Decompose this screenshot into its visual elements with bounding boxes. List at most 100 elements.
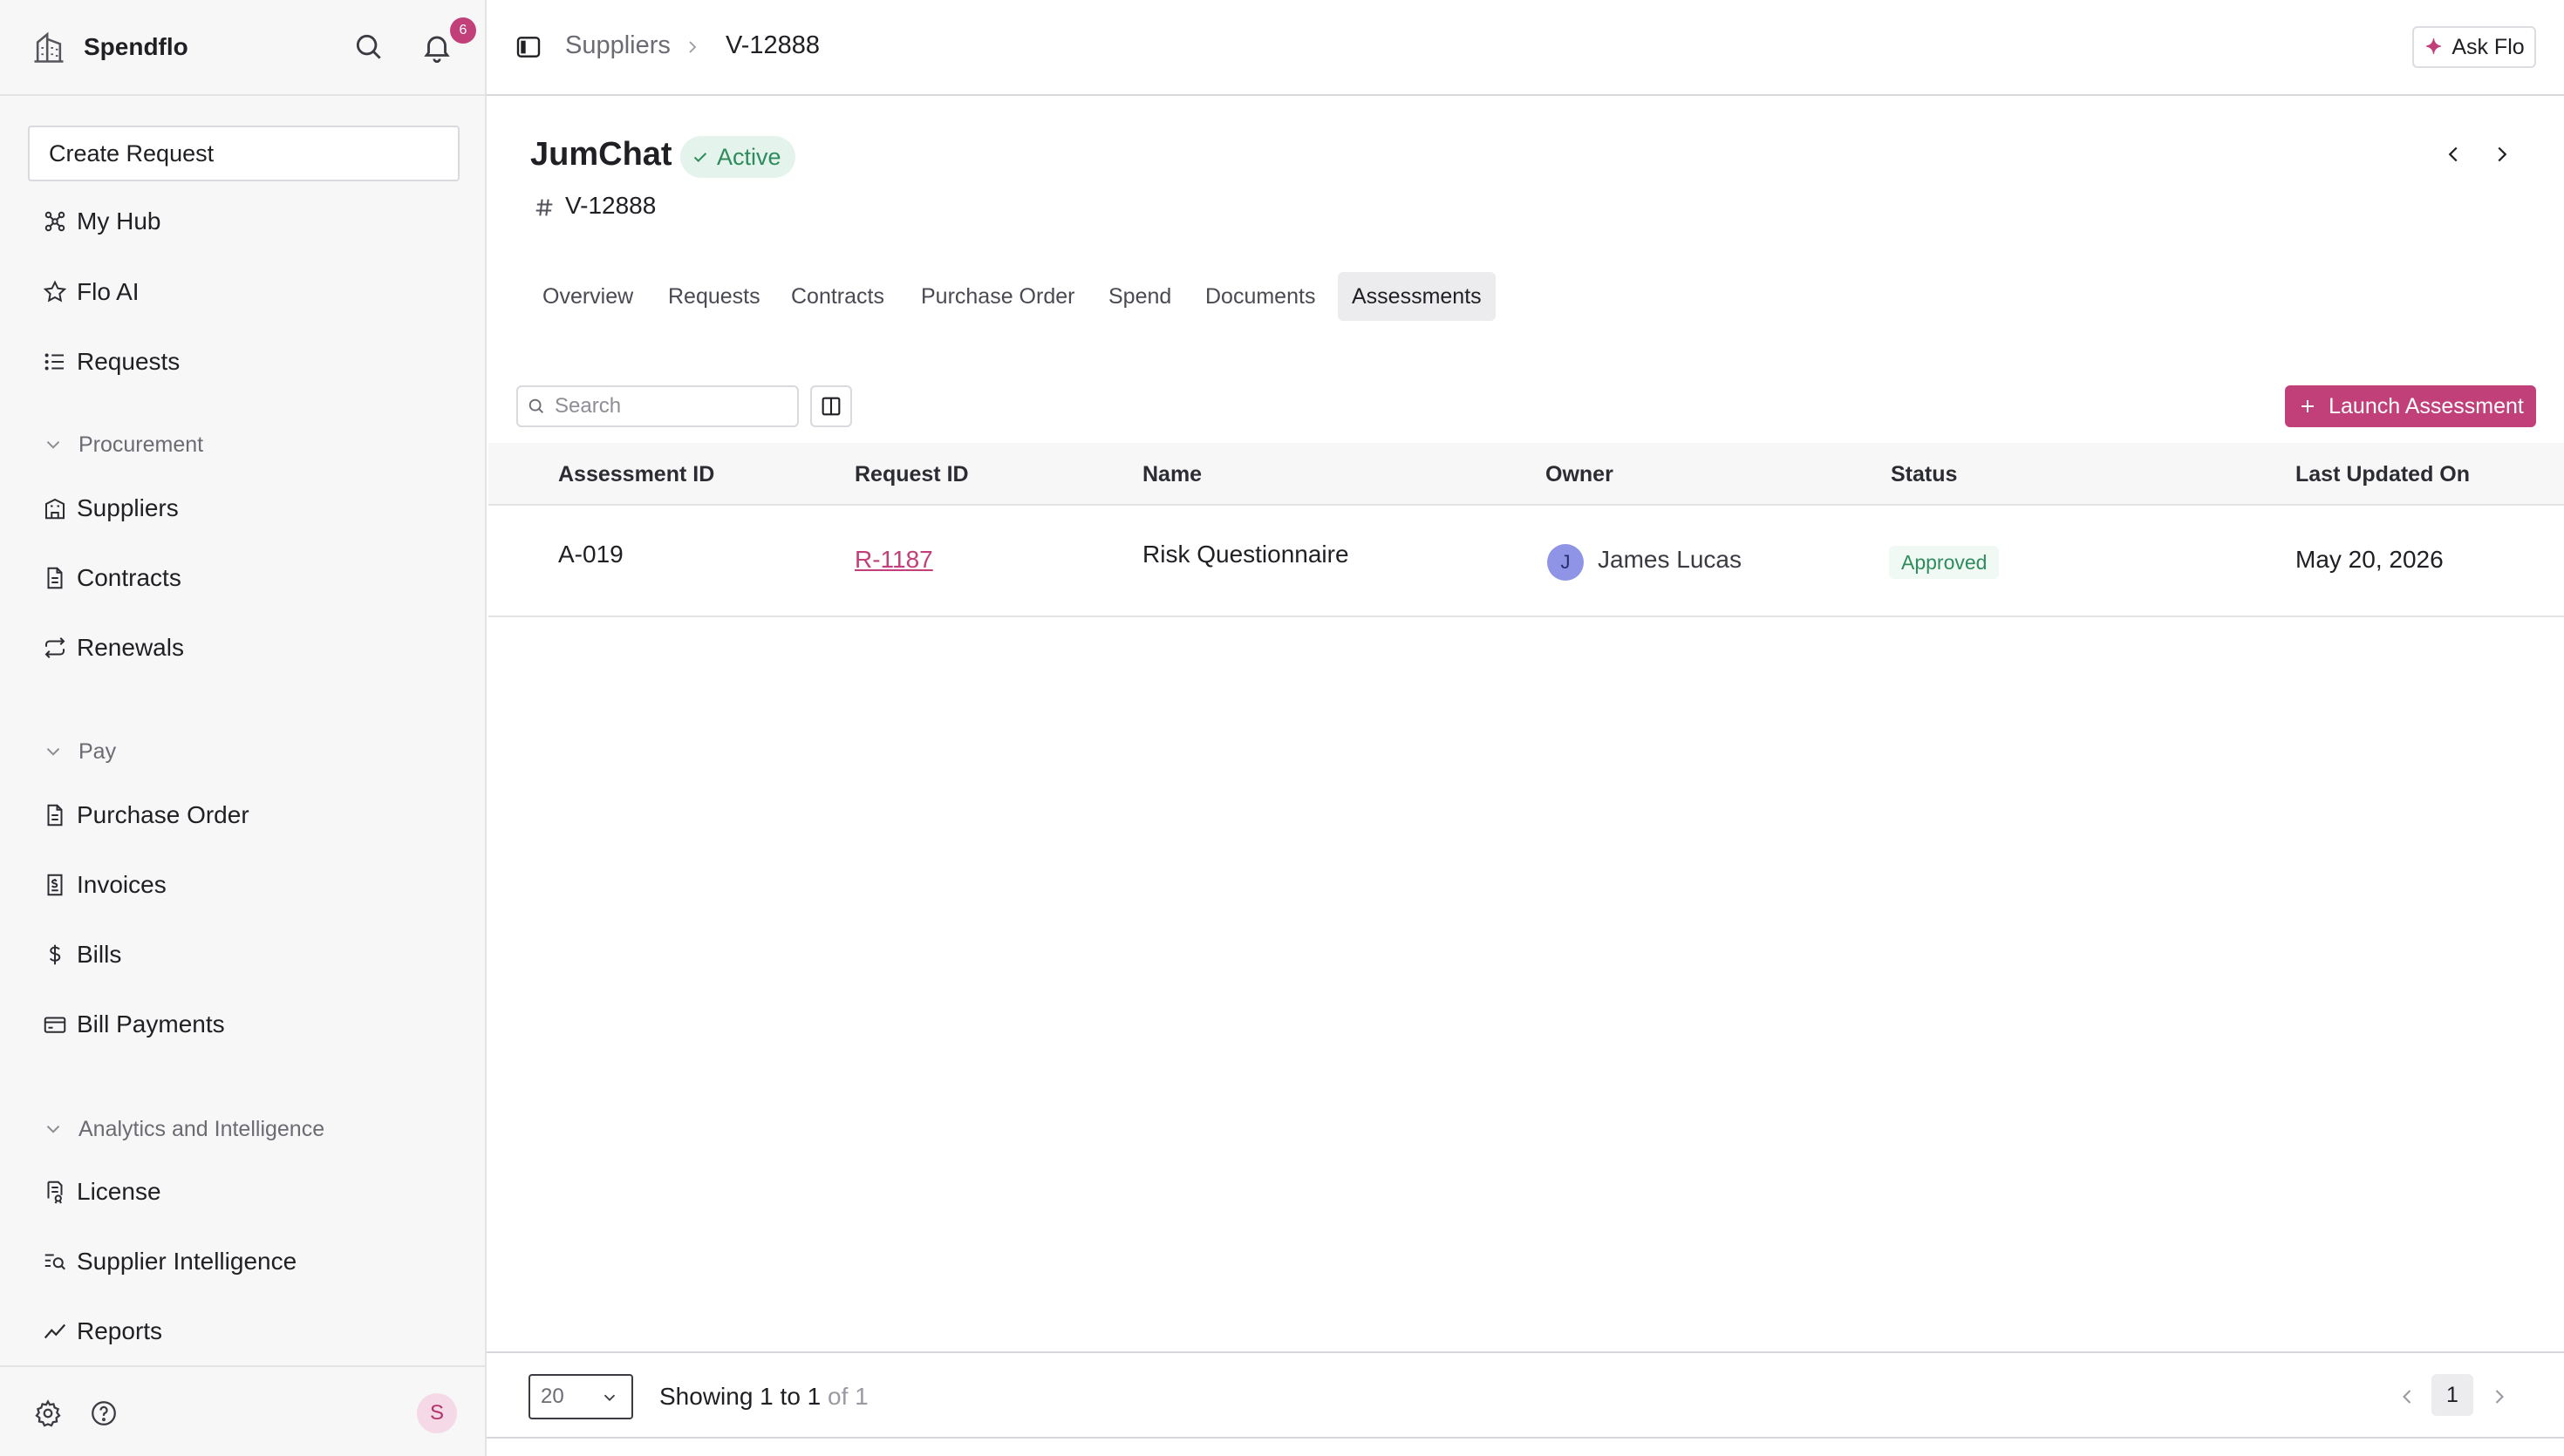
sidebar-item-label: My Hub [77,208,161,235]
sidebar-item-flo-ai[interactable]: Flo AI [42,273,140,311]
search-field[interactable] [516,385,799,427]
sidebar-item-suppliers[interactable]: Suppliers [42,489,179,527]
sidebar-item-label: Supplier Intelligence [77,1248,297,1275]
section-procurement[interactable]: Procurement [42,427,203,462]
tab-documents[interactable]: Documents [1191,272,1329,321]
user-avatar[interactable]: S [417,1393,457,1433]
sidebar-item-label: Contracts [77,564,181,591]
cell-owner: James Lucas [1598,546,1742,573]
showing-total: of 1 [828,1383,869,1410]
column-assessment-id[interactable]: Assessment ID [558,462,714,487]
search-icon[interactable] [352,31,385,64]
launch-assessment-button[interactable]: Launch Assessment [2285,385,2536,427]
tab-assessments[interactable]: Assessments [1338,272,1496,321]
sidebar-item-label: Bill Payments [77,1010,225,1038]
request-id-link[interactable]: R-1187 [855,546,933,574]
dollar-icon [49,944,61,965]
brand-name: Spendflo [84,33,188,60]
chevron-left-icon[interactable] [2440,141,2466,167]
plus-icon [2301,400,2315,412]
list-icon [44,353,64,371]
ask-flo-button[interactable]: Ask Flo [2412,26,2536,68]
column-owner[interactable]: Owner [1545,462,1613,487]
repeat-icon [44,637,65,658]
columns-toggle-button[interactable] [810,385,852,427]
table-header: Assessment ID Request ID Name Owner Stat… [488,443,2564,506]
sidebar-item-label: Requests [77,348,181,375]
sidebar-item-renewals[interactable]: Renewals [42,629,184,667]
sidebar-toggle-icon[interactable] [515,33,542,61]
page-title: JumChat [530,136,672,173]
section-label: Procurement [78,432,204,457]
chart-line-icon [44,1323,66,1339]
sidebar-item-label: Invoices [77,871,167,898]
page-number-button[interactable]: 1 [2431,1374,2473,1416]
columns-icon [822,397,841,416]
column-last-updated[interactable]: Last Updated On [2295,462,2470,487]
tab-overview[interactable]: Overview [528,272,647,321]
sidebar-item-label: Purchase Order [77,801,249,828]
star-icon [43,280,67,303]
showing-range: Showing 1 to 1 [659,1383,822,1410]
create-request-button[interactable]: Create Request [28,126,460,181]
page-size-select[interactable]: 20 [528,1374,633,1419]
building-icon [45,498,65,520]
showing-text: Showing 1 to 1 of 1 [659,1383,869,1411]
table-row[interactable]: A-019 R-1187 Risk Questionnaire J James … [488,506,2564,617]
status-badge-label: Active [717,143,781,170]
ask-flo-label: Ask Flo [2451,34,2525,59]
status-badge-approved: Approved [1889,546,2000,579]
sidebar-item-bills[interactable]: Bills [42,936,121,974]
cell-assessment-id: A-019 [558,541,624,568]
sidebar-item-my-hub[interactable]: My Hub [42,202,160,241]
sidebar-item-purchase-order[interactable]: Purchase Order [42,796,249,834]
sidebar-item-label: Flo AI [77,278,140,305]
main-content: JumChat Active V-12888 Overview Requests… [487,98,2564,1456]
section-pay[interactable]: Pay [42,734,116,769]
section-analytics[interactable]: Analytics and Intelligence [42,1112,324,1146]
search-list-icon [44,1254,65,1270]
sidebar-item-contracts[interactable]: Contracts [42,559,181,597]
sidebar-item-supplier-intelligence[interactable]: Supplier Intelligence [42,1242,297,1281]
chevron-down-icon [46,441,60,449]
supplier-id: V-12888 [565,192,657,219]
document-icon [47,804,63,827]
chevron-left-icon[interactable] [2395,1385,2419,1409]
sidebar-item-label: Bills [77,941,122,968]
breadcrumb-current: V-12888 [726,31,821,59]
launch-assessment-label: Launch Assessment [2329,393,2524,418]
card-icon [44,1017,66,1033]
sidebar-item-label: Renewals [77,634,184,661]
document-icon [47,567,63,589]
sidebar-item-reports[interactable]: Reports [42,1312,162,1351]
cell-last-updated: May 20, 2026 [2295,546,2444,573]
tab-spend[interactable]: Spend [1094,272,1185,321]
sidebar-item-bill-payments[interactable]: Bill Payments [42,1005,225,1044]
tab-purchase-order[interactable]: Purchase Order [907,272,1088,321]
page-size-value: 20 [541,1385,564,1408]
chevron-right-icon[interactable] [2487,1385,2512,1409]
column-status[interactable]: Status [1891,462,1957,487]
bell-icon[interactable] [420,31,453,64]
chevron-right-icon[interactable] [2489,141,2515,167]
sidebar-item-label: License [77,1178,161,1205]
column-name[interactable]: Name [1142,462,1202,487]
section-label: Pay [78,738,117,764]
sidebar-item-label: Suppliers [77,494,179,521]
check-icon [693,153,707,163]
sidebar-item-license[interactable]: License [42,1173,161,1211]
chevron-down-icon [46,748,60,756]
tab-contracts[interactable]: Contracts [777,272,898,321]
sparkle-icon [2426,38,2442,54]
gear-icon[interactable] [33,1398,63,1428]
sidebar-footer: S [0,1365,485,1456]
column-request-id[interactable]: Request ID [855,462,969,487]
hash-icon [535,199,553,216]
sidebar-item-requests[interactable]: Requests [42,343,180,381]
tab-requests[interactable]: Requests [654,272,774,321]
chevron-down-icon [46,1126,60,1133]
sidebar-item-invoices[interactable]: Invoices [42,866,167,904]
help-icon[interactable] [89,1398,119,1428]
search-input[interactable] [555,394,790,418]
breadcrumb-suppliers[interactable]: Suppliers [565,31,671,60]
